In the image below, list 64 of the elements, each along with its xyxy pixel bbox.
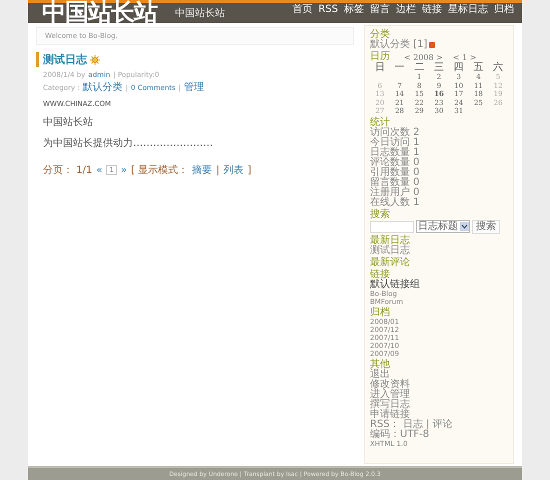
- sidebar-item: 注册用户 0: [370, 188, 421, 198]
- category-link[interactable]: 默认分类: [82, 83, 123, 93]
- pagination-label: 分页： 1/1: [43, 164, 92, 177]
- weekday-label: 二: [413, 62, 426, 73]
- nav-link[interactable]: 星标日志: [448, 4, 488, 16]
- weekday-label: 四: [452, 62, 465, 73]
- link-group-label: 默认链接组: [370, 280, 421, 290]
- sidebar-item: 编码：UTF-8: [370, 430, 430, 440]
- sidebar-item: 今日访问 1: [370, 138, 421, 148]
- nav-link[interactable]: 归档: [494, 4, 514, 16]
- post-paragraph: 中国站长站: [43, 116, 94, 129]
- display-mode-label: [ 显示模式：: [131, 164, 188, 177]
- sidebar-item: 在线人数 1: [370, 198, 421, 208]
- site-subtitle: 中国站长站: [175, 8, 225, 20]
- weekday-label: 日: [374, 62, 386, 73]
- manage-link[interactable]: 管理: [184, 83, 204, 93]
- section-title: 最新评论: [370, 256, 411, 268]
- search-button[interactable]: 搜索: [472, 220, 500, 234]
- dropdown-icon: [460, 222, 469, 231]
- nav-link[interactable]: 首页: [292, 4, 312, 16]
- nav-link[interactable]: RSS: [318, 4, 338, 16]
- section-title: 分类: [370, 29, 390, 40]
- sidebar-item: 留言数量 0: [370, 178, 421, 188]
- post-paragraph: 为中国站长提供动力……………………: [43, 136, 214, 150]
- separator: |: [216, 164, 220, 176]
- section-title: 链接: [370, 268, 390, 280]
- category-link[interactable]: 默认分类 [1]: [370, 40, 428, 50]
- sidebar-item: 日志数量 1: [370, 148, 421, 158]
- nav-link[interactable]: 留言: [370, 4, 390, 16]
- year-nav[interactable]: < 2008 >: [404, 53, 443, 62]
- nav-link[interactable]: 标签: [344, 4, 364, 16]
- display-mode-link[interactable]: 列表: [223, 163, 244, 177]
- section-title: 最新日志: [370, 234, 411, 246]
- month-nav[interactable]: < 1 >: [452, 53, 476, 62]
- sidebar-item: 撰写日志: [370, 400, 411, 410]
- post-title[interactable]: 测试日志: [43, 52, 87, 67]
- section-title: 搜索: [370, 208, 391, 220]
- sun-icon: [90, 54, 100, 64]
- section-title: 日历: [370, 51, 390, 62]
- sidebar-item: 访问次数 2: [370, 128, 421, 138]
- weekday-label: 一: [394, 62, 406, 73]
- bracket-text: ]: [247, 164, 252, 176]
- section-title: 其他: [370, 358, 391, 370]
- sidebar-item: 申请链接: [370, 410, 410, 420]
- display-mode-link[interactable]: 摘要: [192, 163, 212, 177]
- weekday-label: 五: [472, 62, 484, 73]
- section-title: 统计: [370, 116, 390, 128]
- nav-link[interactable]: 链接: [422, 4, 442, 16]
- section-title: 归档: [370, 306, 391, 318]
- sidebar-item: 引用数量 0: [370, 168, 421, 178]
- sidebar-item: 进入管理: [370, 390, 411, 400]
- search-field[interactable]: [370, 220, 414, 232]
- nav-link[interactable]: 边栏: [396, 4, 416, 16]
- sidebar-item: 退出: [370, 370, 390, 380]
- sidebar-item: 测试日志: [370, 246, 411, 256]
- site-logo[interactable]: 中国站长站: [42, 0, 157, 23]
- weekday-label: 六: [492, 62, 504, 73]
- previous-page-link[interactable]: «: [96, 164, 102, 176]
- weekday-label: 三: [432, 62, 445, 73]
- search-scope-select[interactable]: 日志标题: [416, 220, 470, 233]
- next-page-link[interactable]: »: [120, 164, 127, 176]
- sidebar-item: 评论数量 0: [370, 158, 421, 168]
- sidebar-item: RSS： 日志 | 评论: [370, 420, 454, 430]
- sidebar-item: 修改资料: [370, 380, 411, 390]
